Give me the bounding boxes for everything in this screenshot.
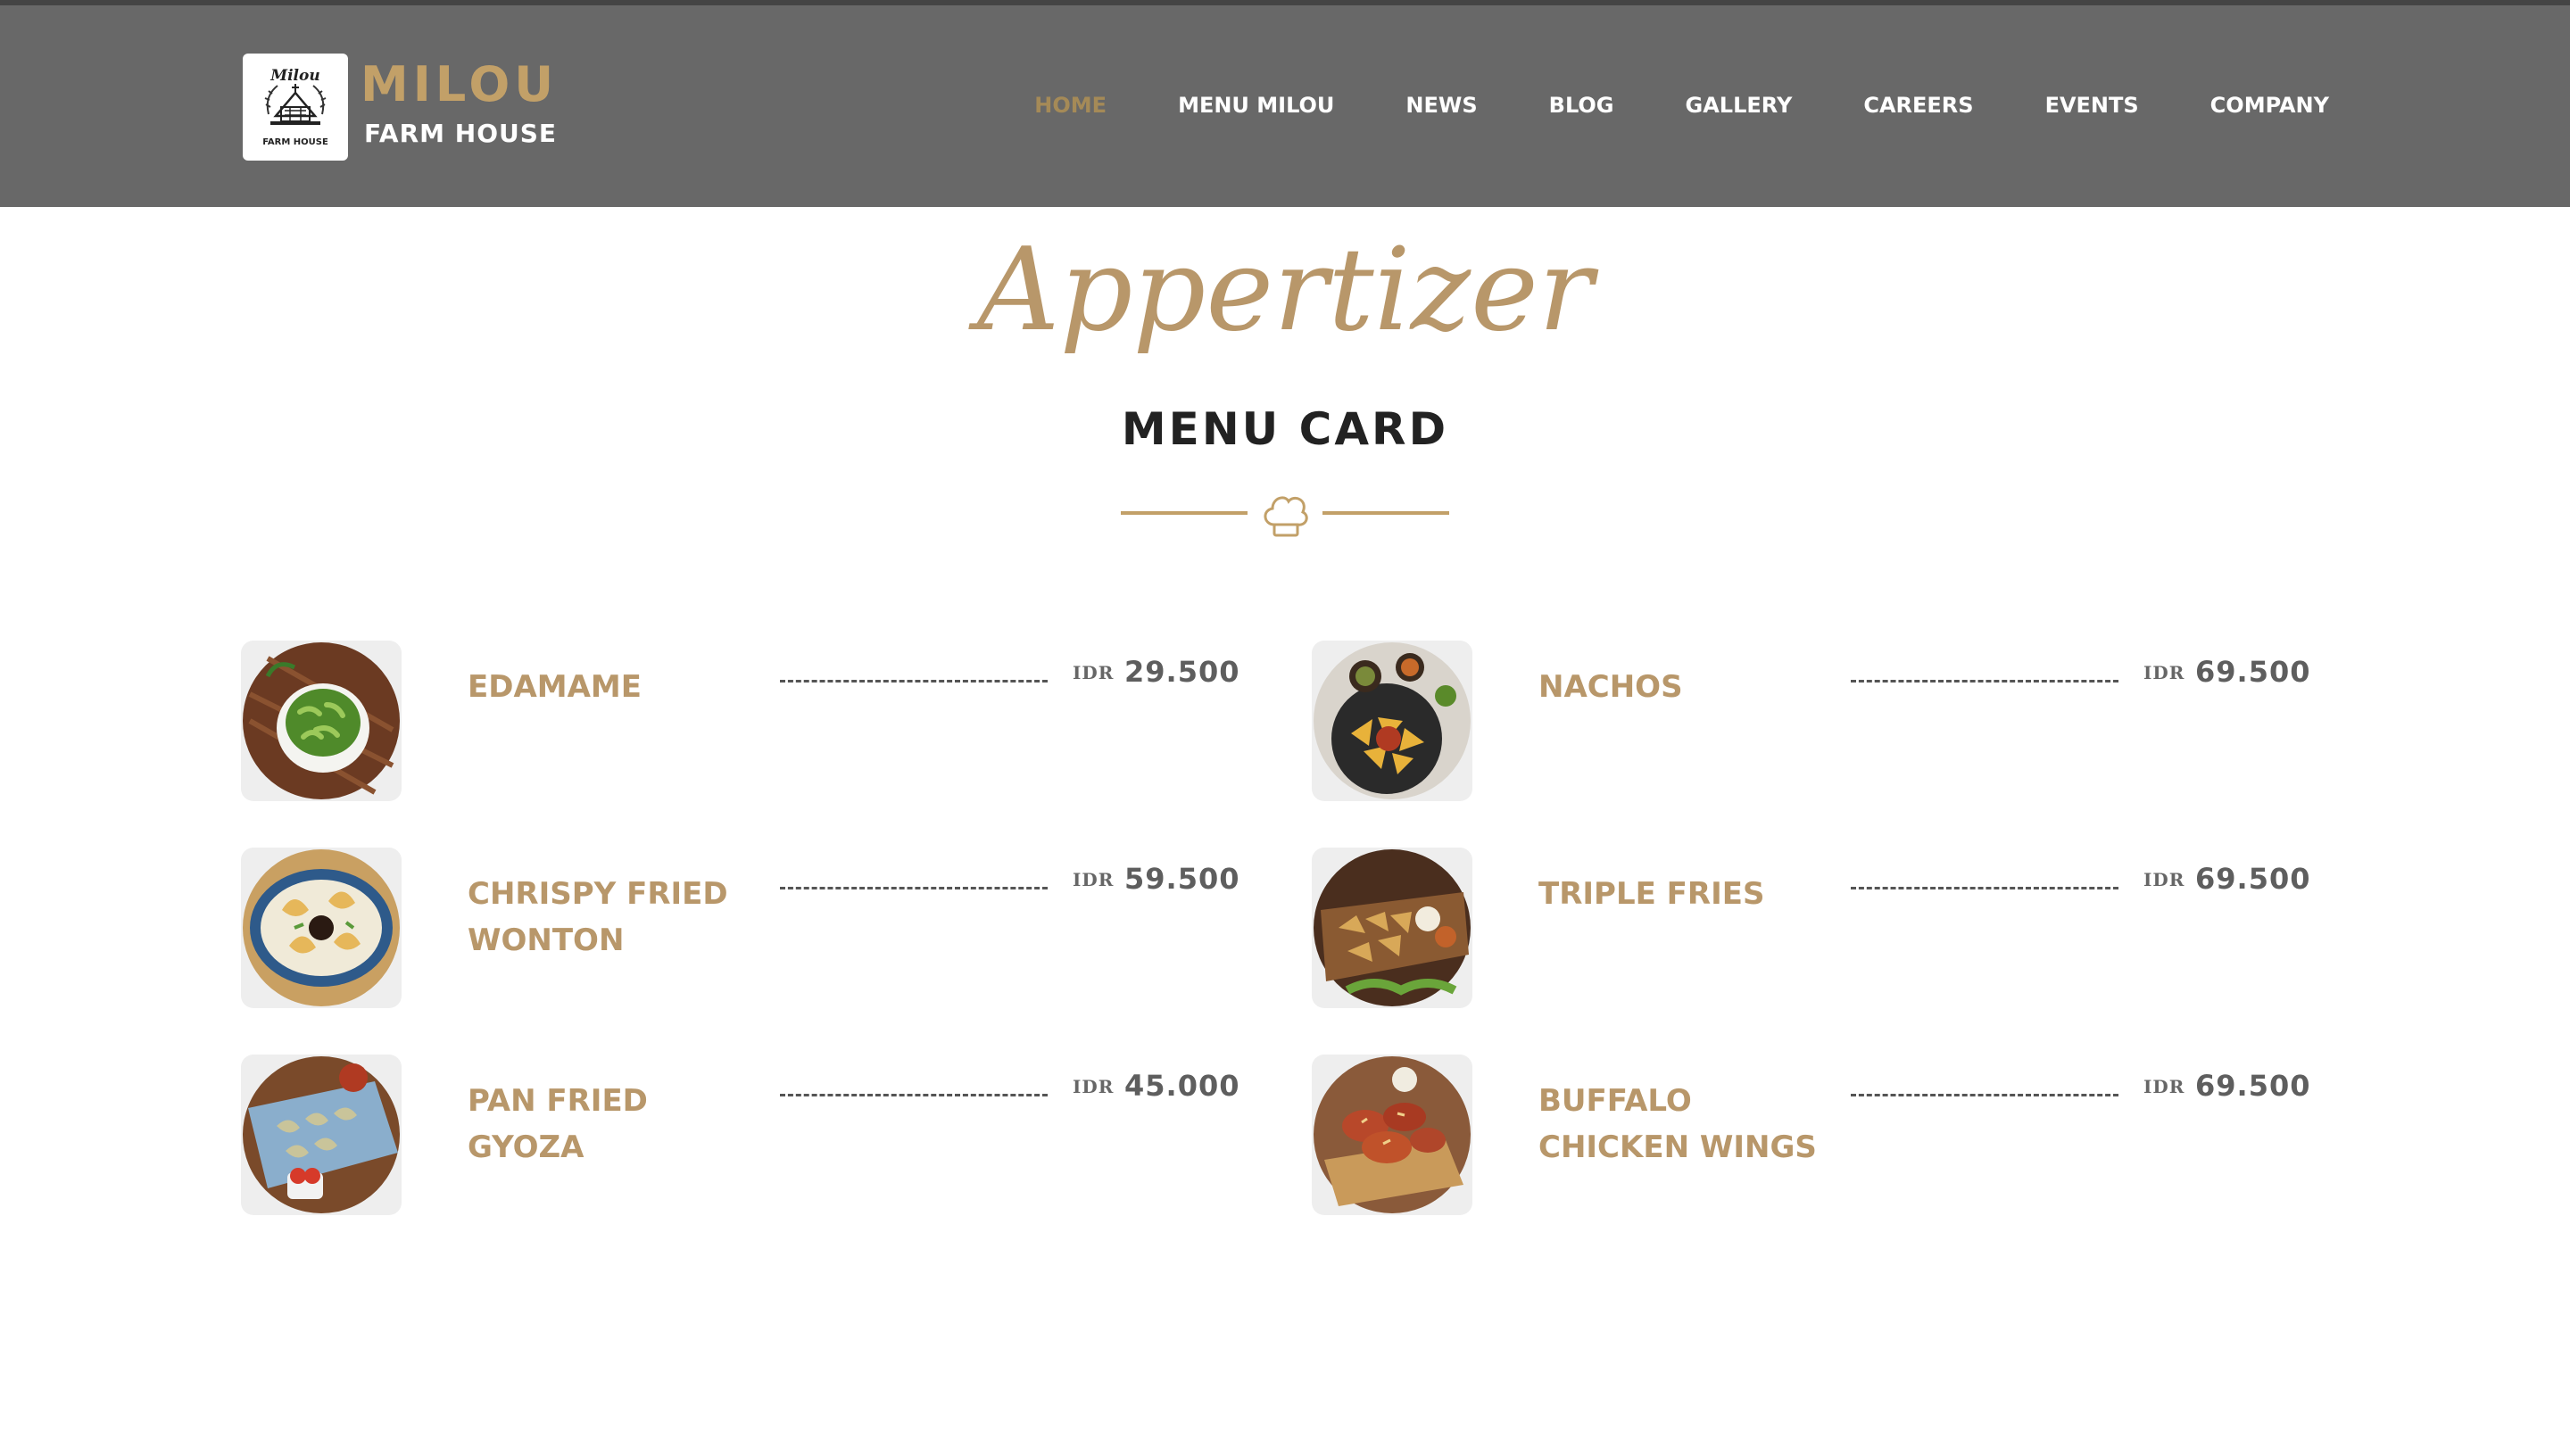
dotted-leader [1851, 1094, 2118, 1096]
menu-item[interactable]: EDAMAME IDR 29.500 [241, 641, 1240, 801]
menu-item-name: EDAMAME [468, 669, 642, 705]
fried-wonton-image[interactable] [241, 848, 402, 1008]
nav-item-events[interactable]: EVENTS [2045, 95, 2139, 116]
menu-item-price: 69.500 [2195, 1069, 2311, 1103]
menu-item[interactable]: BUFFALO CHICKEN WINGS IDR 69.500 [1312, 1055, 2311, 1215]
currency-label: IDR [2143, 869, 2185, 890]
nav-item-home[interactable]: HOME [1034, 95, 1107, 116]
nav-item-blog[interactable]: BLOG [1549, 95, 1614, 116]
menu-item[interactable]: CHRISPY FRIED WONTON IDR 59.500 [241, 848, 1240, 1008]
menu-item[interactable]: NACHOS IDR 69.500 [1312, 641, 2311, 801]
menu-item-price: 59.500 [1124, 862, 1240, 896]
nav-item-careers[interactable]: CAREERS [1863, 95, 1973, 116]
farm-house-logo-icon[interactable]: Milou FARM HOUSE [243, 54, 348, 161]
currency-label: IDR [1073, 1076, 1115, 1097]
dotted-leader [780, 1094, 1048, 1096]
title-divider [1121, 482, 1449, 544]
main-navigation: HOME MENU MILOU NEWS BLOG GALLERY CAREER… [963, 95, 2329, 116]
dotted-leader [1851, 887, 2118, 889]
nav-item-company[interactable]: COMPANY [2210, 95, 2329, 116]
menu-item[interactable]: PAN FRIED GYOZA IDR 45.000 [241, 1055, 1240, 1215]
menu-item-price: 69.500 [2195, 862, 2311, 896]
triple-fries-image[interactable] [1312, 848, 1472, 1008]
dotted-leader [1851, 680, 2118, 682]
menu-item-name: PAN FRIED GYOZA [468, 1083, 648, 1165]
currency-label: IDR [2143, 1076, 2185, 1097]
nav-item-gallery[interactable]: GALLERY [1686, 95, 1793, 116]
menu-item[interactable]: TRIPLE FRIES IDR 69.500 [1312, 848, 2311, 1008]
currency-label: IDR [1073, 869, 1115, 890]
divider-line-left [1121, 511, 1248, 515]
dotted-leader [780, 887, 1048, 889]
gyoza-tray-image[interactable] [241, 1055, 402, 1215]
site-header: Milou FARM HOUSE MILOU FARM HOUSE HOME M… [0, 0, 2570, 207]
menu-item-price: 45.000 [1124, 1069, 1240, 1103]
section-script-title: Appertizer [977, 224, 1593, 357]
chicken-wings-image[interactable] [1312, 1055, 1472, 1215]
svg-text:FARM HOUSE: FARM HOUSE [262, 137, 328, 147]
brand-subtitle[interactable]: FARM HOUSE [364, 121, 557, 146]
chef-hat-icon [1264, 496, 1308, 537]
nav-item-menu-milou[interactable]: MENU MILOU [1178, 95, 1334, 116]
brand-name[interactable]: MILOU [361, 61, 558, 109]
nachos-plate-image[interactable] [1312, 641, 1472, 801]
edamame-bowl-image[interactable] [241, 641, 402, 801]
menu-item-name: NACHOS [1538, 669, 1683, 705]
menu-item-name: CHRISPY FRIED WONTON [468, 876, 728, 958]
menu-item-price: 69.500 [2195, 655, 2311, 689]
currency-label: IDR [1073, 662, 1115, 683]
menu-item-name: BUFFALO CHICKEN WINGS [1538, 1083, 1817, 1165]
nav-item-news[interactable]: NEWS [1405, 95, 1477, 116]
divider-line-right [1322, 511, 1449, 515]
menu-item-name: TRIPLE FRIES [1538, 876, 1765, 912]
svg-text:Milou: Milou [269, 67, 319, 85]
currency-label: IDR [2143, 662, 2185, 683]
section-title: MENU CARD [1121, 403, 1449, 455]
menu-item-price: 29.500 [1124, 655, 1240, 689]
dotted-leader [780, 680, 1048, 682]
